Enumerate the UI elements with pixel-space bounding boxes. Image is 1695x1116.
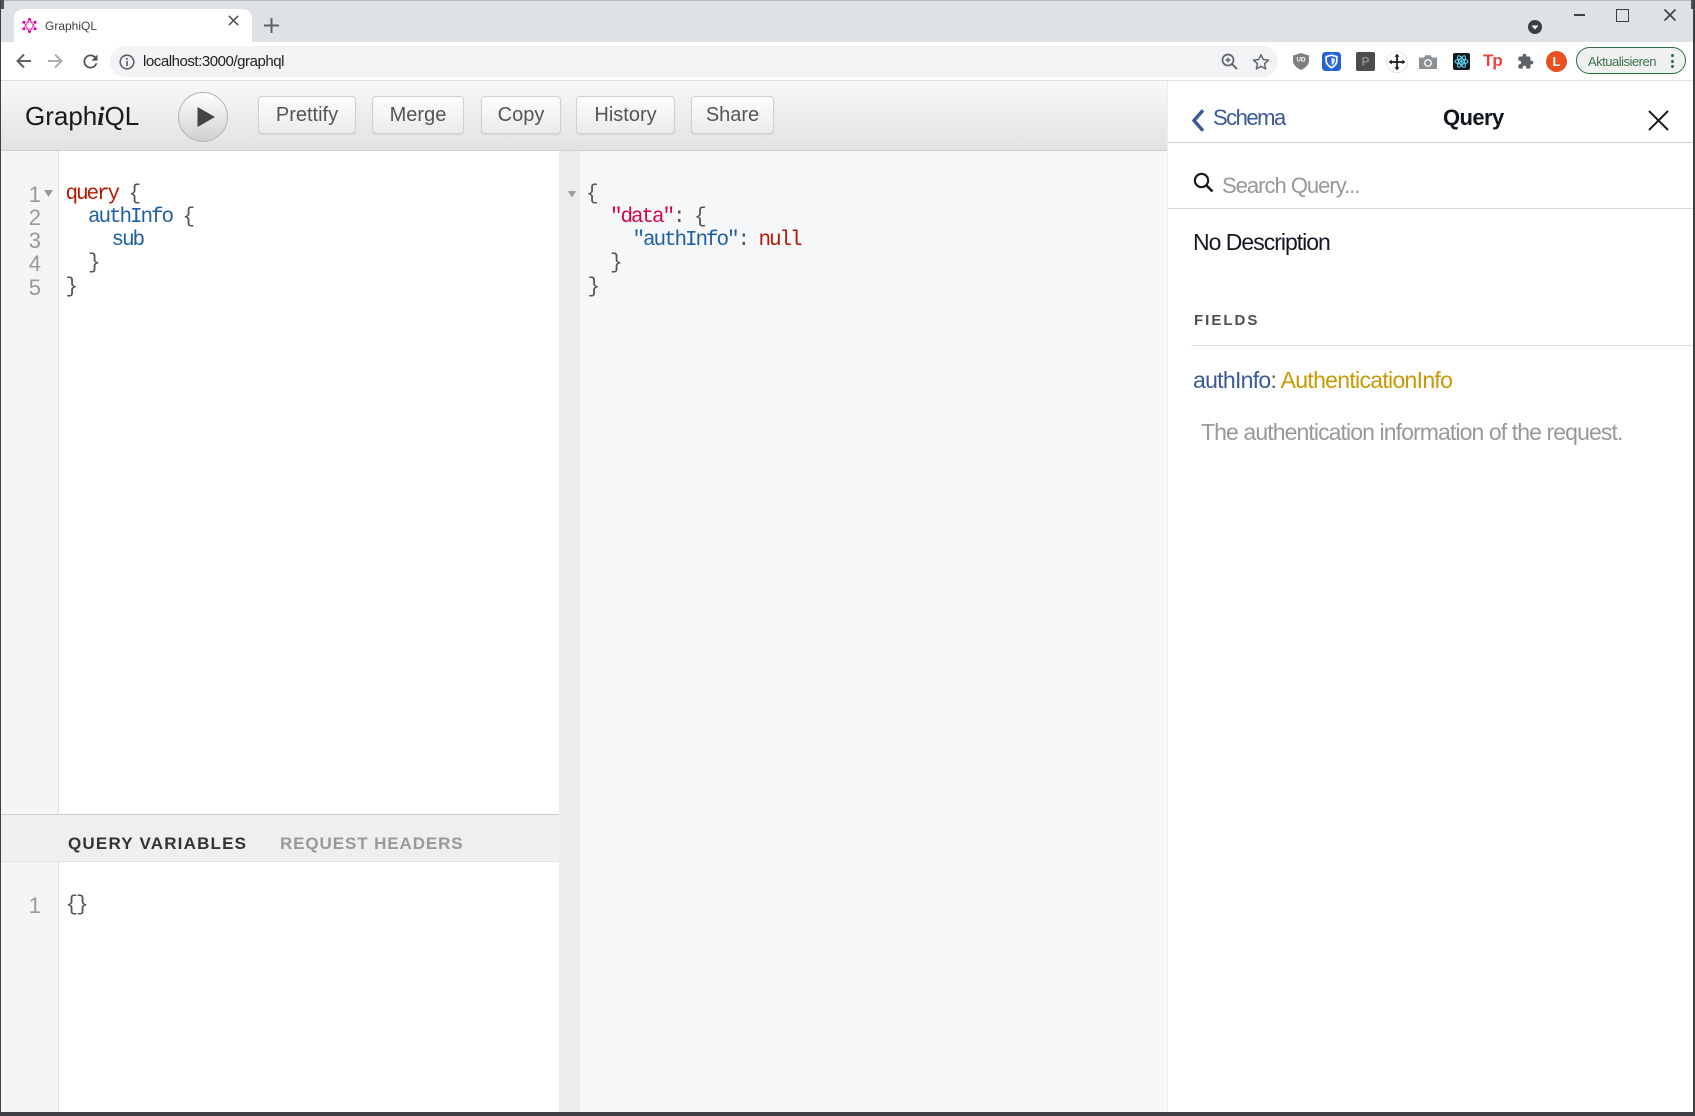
svg-text:P: P <box>1361 55 1369 69</box>
svg-text:UD: UD <box>1297 57 1306 64</box>
